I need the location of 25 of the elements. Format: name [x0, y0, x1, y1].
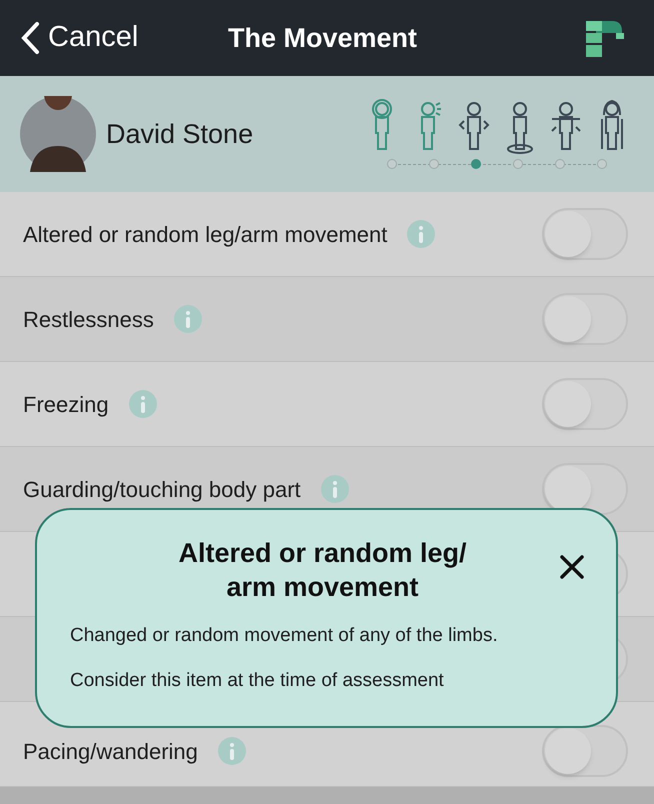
row-label: Freezing — [23, 390, 109, 419]
info-icon[interactable] — [218, 737, 246, 765]
info-icon[interactable] — [128, 390, 157, 418]
row-label: Restlessness — [23, 306, 154, 334]
row-label: Pacing/wandering — [23, 738, 198, 766]
row-label: Guarding/touching body part — [23, 476, 301, 504]
toggle-switch[interactable] — [542, 208, 628, 260]
row-label: Altered or random leg/arm movement — [23, 220, 388, 249]
popup-title: Altered or random leg/ arm movement — [177, 537, 468, 604]
toggle-switch[interactable] — [542, 463, 628, 515]
toggle-switch[interactable] — [542, 293, 628, 345]
nav-title: The Movement — [228, 22, 418, 55]
popup-text: Consider this item at the time of assessment — [70, 668, 445, 692]
toggle-switch[interactable] — [542, 725, 628, 777]
back-button[interactable]: Cancel — [20, 16, 210, 60]
patient-name: David Stone — [106, 118, 254, 151]
info-icon[interactable] — [407, 220, 436, 248]
list-row[interactable]: Restlessness — [0, 277, 654, 362]
list-row[interactable]: Freezing — [0, 362, 654, 447]
info-icon[interactable] — [174, 305, 202, 333]
list-row[interactable]: Altered or random leg/arm movement — [0, 192, 654, 277]
popup-text: Changed or random movement of any of the limbs. — [70, 624, 499, 648]
toggle-switch[interactable] — [542, 378, 628, 430]
chevron-left-icon — [20, 21, 40, 55]
info-icon[interactable] — [320, 475, 349, 503]
